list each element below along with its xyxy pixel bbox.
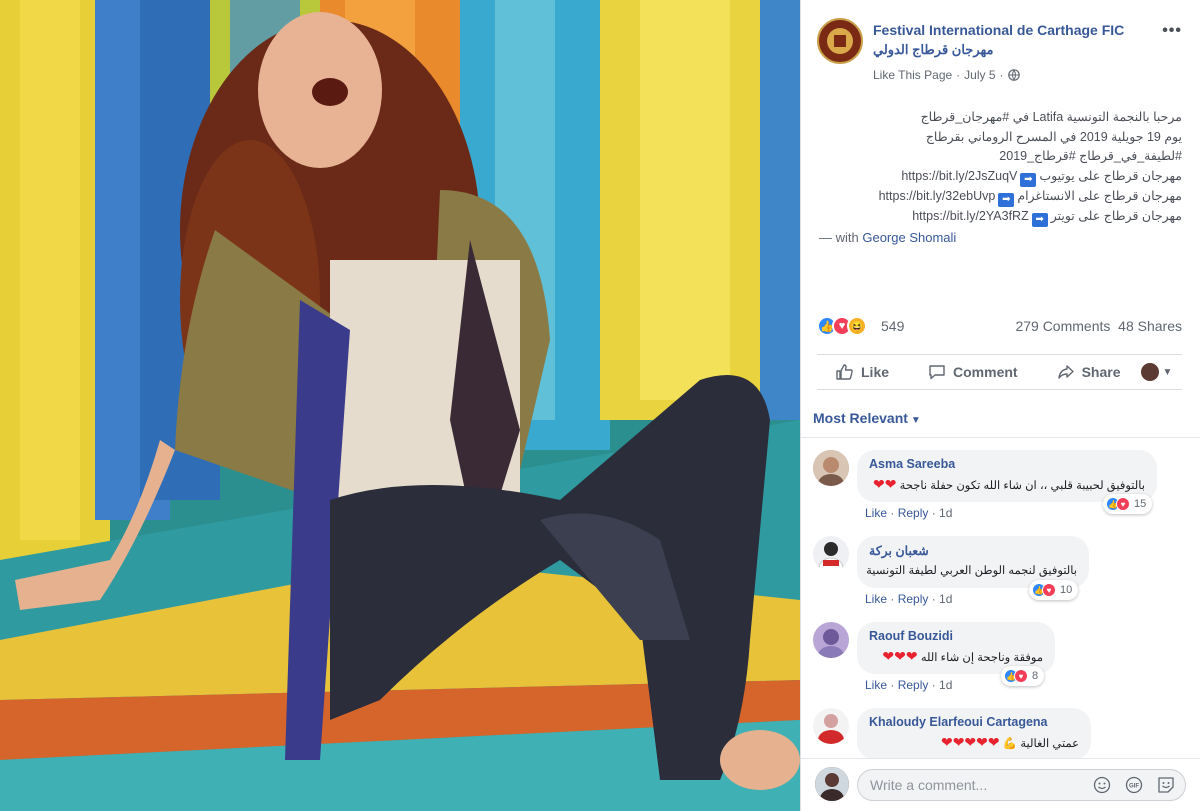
chevron-down-icon: ▼	[910, 415, 921, 426]
write-comment-bar: Write a comment... GIF	[801, 758, 1200, 811]
commenter-name[interactable]: Asma Sareeba	[869, 457, 1145, 471]
shares-count[interactable]: 48 Shares	[1118, 318, 1182, 334]
page-name[interactable]: Festival International de Carthage FIC	[873, 22, 1124, 38]
commenter-name[interactable]: Raouf Bouzidi	[869, 629, 1043, 643]
post-date[interactable]: July 5	[964, 68, 995, 82]
post-meta: Like This Page · July 5 ·	[873, 68, 1020, 82]
youtube-link[interactable]: https://bit.ly/2JsZuqV	[901, 169, 1017, 183]
comment-like-link[interactable]: Like	[865, 506, 887, 520]
page-name-arabic[interactable]: مهرجان قرطاج الدولي	[873, 42, 993, 58]
love-reaction-icon: ♥	[1042, 583, 1056, 597]
arrow-right-icon: ➡	[1031, 212, 1048, 227]
comment-reactions[interactable]: 👍 ♥ 10	[1029, 580, 1079, 600]
emoji-icon[interactable]	[1093, 776, 1111, 794]
comments-count[interactable]: 279 Comments	[1015, 318, 1110, 334]
user-avatar	[815, 767, 849, 801]
like-page-link[interactable]: Like This Page	[873, 68, 952, 82]
divider	[801, 437, 1200, 438]
comment-reactions[interactable]: 👍 ♥ 15	[1103, 494, 1153, 514]
comment-sort-dropdown[interactable]: Most Relevant ▼	[813, 410, 921, 426]
engagement-counts: 279 Comments 48 Shares	[1015, 318, 1182, 334]
reactions-summary: 👍 ♥ 😆 549 279 Comments 48 Shares	[817, 316, 1182, 338]
more-options-icon[interactable]: •••	[1162, 22, 1182, 40]
comment-reactions[interactable]: 👍 ♥ 8	[1001, 666, 1045, 686]
reaction-icons[interactable]: 👍 ♥ 😆	[817, 316, 867, 336]
post-photo[interactable]	[0, 0, 800, 811]
arrow-right-icon: ➡	[998, 192, 1015, 207]
instagram-link[interactable]: https://bit.ly/32ebUvp	[879, 189, 996, 203]
comment-text: عمتي الغالية 💪 ❤❤❤❤❤	[940, 734, 1079, 750]
reactions-count[interactable]: 549	[881, 318, 904, 334]
comment-input[interactable]: Write a comment... GIF	[857, 769, 1186, 801]
comment-item: Asma Sareeba بالتوفيق لحبيبة قلبي ،، ان …	[813, 450, 1186, 530]
chevron-down-icon: ▼	[1162, 366, 1173, 378]
comment-item: شعبان بركة بالتوفيق لنجمه الوطن العربي ل…	[813, 536, 1186, 616]
comment-time[interactable]: 1d	[939, 592, 952, 606]
comment-like-link[interactable]: Like	[865, 592, 887, 606]
comment-text: موفقة وناجحة إن شاء الله ❤❤❤	[882, 648, 1043, 664]
comment-reply-link[interactable]: Reply	[898, 506, 929, 520]
comment-button[interactable]: Comment	[927, 362, 1018, 382]
commenter-avatar[interactable]	[813, 622, 849, 658]
meta-dot: ·	[956, 68, 961, 82]
comment-actions: Like · Reply · 1d	[865, 592, 953, 606]
globe-icon	[1007, 69, 1020, 81]
commenter-avatar[interactable]	[813, 450, 849, 486]
love-reaction-icon: ♥	[1014, 669, 1028, 683]
twitter-link[interactable]: https://bit.ly/2YA3fRZ	[912, 209, 1028, 223]
commenter-name[interactable]: شعبان بركة	[869, 543, 1077, 558]
page-avatar[interactable]	[817, 18, 863, 64]
comment-text: بالتوفيق لحبيبة قلبي ،، ان شاء الله تكون…	[873, 476, 1145, 492]
comment-actions: Like · Reply · 1d	[865, 506, 953, 520]
comment-like-link[interactable]: Like	[865, 678, 887, 692]
tagged-person-link[interactable]: George Shomali	[862, 230, 956, 245]
post-action-bar: Like Comment Share ▼	[817, 354, 1182, 390]
post-message: مرحبا بالنجمة التونسية Latifa في #مهرجان…	[822, 108, 1182, 227]
post-text-line: يوم 19 جويلية 2019 في المسرح الروماني بق…	[925, 129, 1182, 144]
comment-input-icons: GIF	[1093, 776, 1175, 794]
like-icon	[836, 364, 853, 380]
youtube-link-line: مهرجان قرطاج على يوتيوب➡https://bit.ly/2…	[901, 168, 1182, 187]
tagged-with: — with George Shomali	[819, 230, 957, 245]
haha-reaction-icon: 😆	[847, 316, 867, 336]
comment-bubble: Khaloudy Elarfeoui Cartagena عمتي الغالي…	[857, 708, 1091, 758]
like-button[interactable]: Like	[835, 362, 889, 382]
post-text-line: #لطيفة_في_قرطاج #قرطاج_2019	[999, 149, 1182, 163]
comment-reply-link[interactable]: Reply	[898, 678, 929, 692]
twitter-link-line: مهرجان قرطاج على تويتر➡https://bit.ly/2Y…	[912, 208, 1182, 227]
share-icon	[1057, 365, 1074, 379]
sticker-icon[interactable]	[1157, 776, 1175, 794]
meta-dot: ·	[999, 68, 1004, 82]
post-header: Festival International de Carthage FIC م…	[817, 18, 1188, 88]
commenter-avatar[interactable]	[813, 536, 849, 572]
comment-reply-link[interactable]: Reply	[898, 592, 929, 606]
post-as-selector[interactable]: ▼	[1140, 363, 1173, 381]
comment-text: بالتوفيق لنجمه الوطن العربي لطيفة التونس…	[866, 565, 1077, 577]
commenter-avatar[interactable]	[813, 708, 849, 744]
user-avatar	[1140, 363, 1159, 381]
comment-time[interactable]: 1d	[939, 506, 952, 520]
arrow-right-icon: ➡	[1020, 172, 1037, 187]
heart-emoji: ❤❤	[873, 476, 897, 492]
post-sidebar: Festival International de Carthage FIC م…	[800, 0, 1200, 811]
svg-text:GIF: GIF	[1129, 784, 1139, 790]
share-button[interactable]: Share	[1056, 362, 1121, 382]
comment-time[interactable]: 1d	[939, 678, 952, 692]
post-text-line: مرحبا بالنجمة التونسية Latifa في #مهرجان…	[920, 110, 1182, 124]
comment-item: Raouf Bouzidi موفقة وناجحة إن شاء الله ❤…	[813, 622, 1186, 702]
comment-icon	[929, 365, 945, 380]
comment-actions: Like · Reply · 1d	[865, 678, 953, 692]
photo-artwork	[0, 0, 800, 811]
heart-emoji: ❤❤❤	[882, 648, 918, 664]
comment-item: Khaloudy Elarfeoui Cartagena عمتي الغالي…	[813, 708, 1186, 758]
instagram-link-line: مهرجان قرطاج على الانستاغرام➡https://bit…	[878, 188, 1182, 207]
commenter-name[interactable]: Khaloudy Elarfeoui Cartagena	[869, 715, 1079, 729]
love-reaction-icon: ♥	[1116, 497, 1130, 511]
heart-emoji: ❤❤❤❤❤	[940, 734, 1000, 750]
gif-icon[interactable]: GIF	[1125, 776, 1143, 794]
